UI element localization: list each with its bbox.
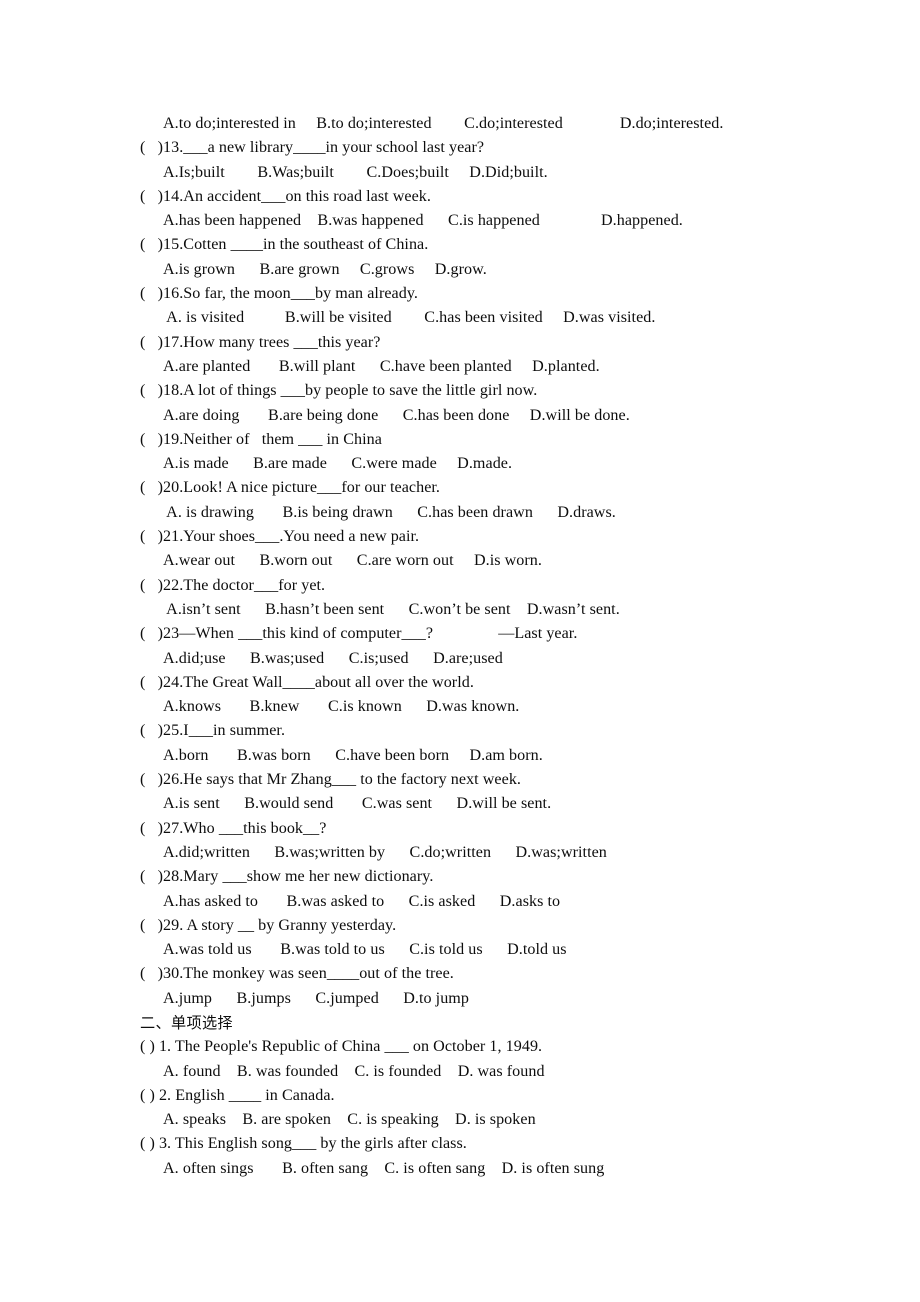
option-line-30: A.jump B.jumps C.jumped D.to jump: [163, 989, 469, 1007]
question-line-20: ( )20.Look! A nice picture___for our tea…: [140, 479, 440, 497]
option-line-22: A.isn’t sent B.hasn’t been sent C.won’t …: [163, 600, 620, 618]
question-line-16: ( )16.So far, the moon___by man already.: [140, 285, 418, 303]
question-line-22: ( )22.The doctor___for yet.: [140, 576, 326, 594]
section-heading-two: 二、单项选择: [140, 1013, 233, 1032]
section2-question-line-3: ( ) 3. This English song___ by the girls…: [140, 1135, 467, 1153]
option-line-14: A.has been happened B.was happened C.is …: [163, 212, 683, 230]
section2-option-line-2: A. speaks B. are spoken C. is speaking D…: [163, 1111, 536, 1129]
option-line-continued: A.to do;interested in B.to do;interested…: [163, 115, 724, 132]
option-line-19: A.is made B.are made C.were made D.made.: [163, 455, 513, 473]
section2-option-line-3: A. often sings B. often sang C. is often…: [163, 1159, 605, 1177]
question-line-28: ( )28.Mary ___show me her new dictionary…: [140, 868, 434, 886]
option-line-26: A.is sent B.would send C.was sent D.will…: [163, 795, 552, 813]
question-line-17: ( )17.How many trees ___this year?: [140, 333, 381, 351]
section2-question-line-2: ( ) 2. English ____ in Canada.: [140, 1086, 335, 1104]
option-line-25: A.born B.was born C.have been born D.am …: [163, 746, 543, 764]
section2-option-line-1: A. found B. was founded C. is founded D.…: [163, 1062, 545, 1080]
section2-question-line-1: ( ) 1. The People's Republic of China __…: [140, 1038, 543, 1056]
option-line-28: A.has asked to B.was asked to C.is asked…: [163, 892, 561, 910]
option-line-13: A.Is;built B.Was;built C.Does;built D.Di…: [163, 163, 548, 181]
question-line-19: ( )19.Neither of them ___ in China: [140, 430, 382, 448]
option-line-24: A.knows B.knew C.is known D.was known.: [163, 698, 520, 716]
option-line-21: A.wear out B.worn out C.are worn out D.i…: [163, 552, 542, 570]
question-line-18: ( )18.A lot of things ___by people to sa…: [140, 382, 538, 400]
option-line-17: A.are planted B.will plant C.have been p…: [163, 357, 600, 375]
question-line-23: ( )23—When ___this kind of computer___? …: [140, 625, 578, 643]
question-line-14: ( )14.An accident___on this road last we…: [140, 187, 431, 205]
option-line-20: A. is drawing B.is being drawn C.has bee…: [163, 503, 616, 521]
question-line-26: ( )26.He says that Mr Zhang___ to the fa…: [140, 771, 521, 789]
option-line-18: A.are doing B.are being done C.has been …: [163, 406, 630, 424]
option-line-27: A.did;written B.was;written by C.do;writ…: [163, 843, 607, 861]
option-line-29: A.was told us B.was told to us C.is told…: [163, 941, 567, 959]
question-line-25: ( )25.I___in summer.: [140, 722, 286, 740]
question-line-29: ( )29. A story __ by Granny yesterday.: [140, 916, 397, 934]
question-line-30: ( )30.The monkey was seen____out of the …: [140, 965, 454, 983]
question-line-27: ( )27.Who ___this book__?: [140, 819, 327, 837]
document-page: A.to do;interested in B.to do;interested…: [0, 0, 920, 1302]
question-line-24: ( )24.The Great Wall____about all over t…: [140, 673, 474, 691]
question-line-21: ( )21.Your shoes___.You need a new pair.: [140, 528, 420, 546]
option-line-15: A.is grown B.are grown C.grows D.grow.: [163, 260, 487, 278]
question-line-13: ( )13.___a new library____in your school…: [140, 139, 485, 157]
option-line-16: A. is visited B.will be visited C.has be…: [163, 309, 656, 327]
document-body: A.to do;interested in B.to do;interested…: [0, 112, 920, 1181]
option-line-23: A.did;use B.was;used C.is;used D.are;use…: [163, 649, 503, 667]
question-line-15: ( )15.Cotten ____in the southeast of Chi…: [140, 236, 429, 254]
